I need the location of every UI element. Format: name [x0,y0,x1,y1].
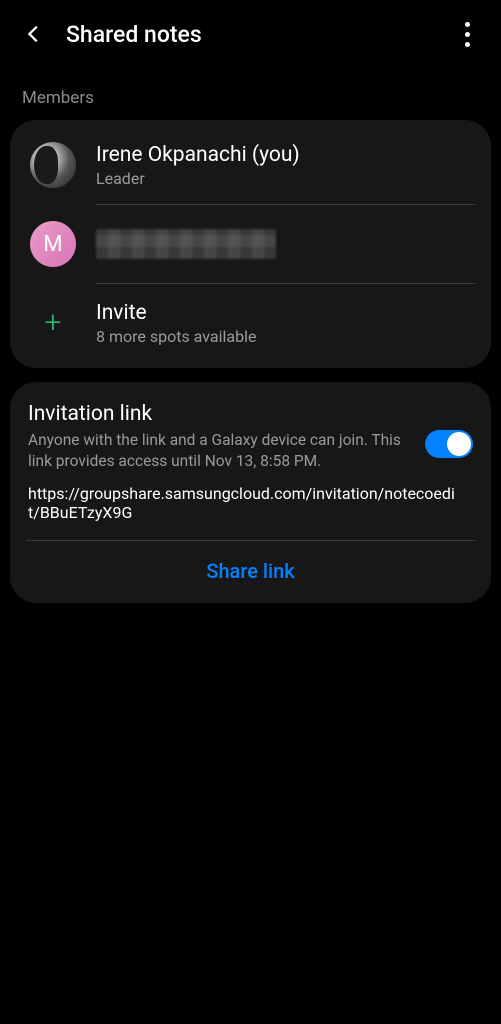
page-title: Shared notes [66,21,449,48]
chevron-left-icon [23,23,45,45]
invitation-header: Invitation link Anyone with the link and… [28,402,473,472]
invite-label: Invite [96,301,471,325]
member-row[interactable]: Irene Okpanachi (you) Leader [26,126,475,204]
member-role: Leader [96,169,471,188]
invitation-link-toggle[interactable] [425,430,473,458]
members-section-label: Members [0,68,501,120]
members-card: Irene Okpanachi (you) Leader M + Invite … [10,120,491,368]
member-name-redacted [96,229,276,259]
member-row[interactable]: M [26,205,475,283]
member-info [96,229,471,259]
invitation-description: Anyone with the link and a Galaxy device… [28,430,413,472]
invite-icon-wrapper: + [30,300,76,346]
toggle-knob [447,432,471,456]
avatar [30,142,76,188]
header: Shared notes [0,0,501,68]
member-name: Irene Okpanachi (you) [96,143,471,167]
invite-row[interactable]: + Invite 8 more spots available [26,284,475,362]
member-info: Irene Okpanachi (you) Leader [96,143,471,188]
plus-icon: + [45,308,62,338]
invitation-url: https://groupshare.samsungcloud.com/invi… [28,484,473,522]
invite-info: Invite 8 more spots available [96,301,471,346]
invitation-card: Invitation link Anyone with the link and… [10,382,491,603]
overflow-menu-button[interactable] [449,16,485,52]
avatar-initial: M [43,232,62,257]
invitation-title: Invitation link [28,402,413,426]
invitation-text: Invitation link Anyone with the link and… [28,402,413,472]
share-link-button[interactable]: Share link [28,541,473,589]
back-button[interactable] [16,16,52,52]
more-vertical-icon [465,22,470,47]
invite-subtext: 8 more spots available [96,327,471,346]
avatar: M [30,221,76,267]
